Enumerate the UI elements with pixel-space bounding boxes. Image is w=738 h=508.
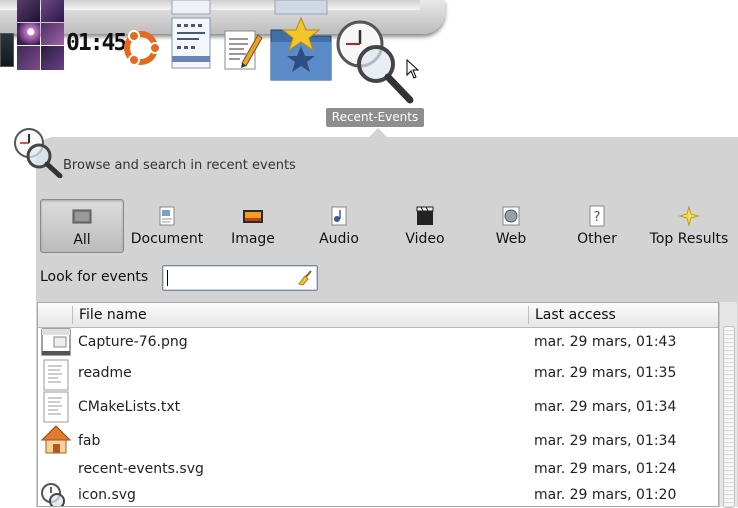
video-icon — [416, 206, 434, 225]
table-row[interactable]: CMakeLists.txt mar. 29 mars, 01:34 — [38, 391, 718, 423]
filter-other-button[interactable]: ? Other — [554, 199, 640, 253]
all-icon — [72, 209, 92, 224]
table-header: File name Last access — [38, 303, 718, 328]
display-icon[interactable] — [0, 33, 14, 67]
clock-search-icon — [14, 128, 63, 178]
table-row[interactable]: Capture-76.png mar. 29 mars, 01:43 — [38, 328, 718, 358]
scrollbar-thumb[interactable] — [723, 326, 735, 508]
filter-audio-button[interactable]: Audio — [296, 199, 382, 253]
table-row[interactable]: readme mar. 29 mars, 01:35 — [38, 359, 718, 391]
bookmarks-folder-icon[interactable] — [267, 0, 335, 82]
table-row[interactable]: fab mar. 29 mars, 01:34 — [38, 425, 718, 457]
search-input[interactable] — [162, 265, 318, 291]
audio-icon — [331, 206, 347, 226]
clock-search-icon — [41, 483, 65, 506]
filter-web-button[interactable]: Web — [468, 199, 554, 253]
web-icon — [502, 206, 520, 226]
svg-text:?: ? — [594, 210, 601, 225]
filter-image-button[interactable]: Image — [210, 199, 296, 253]
other-icon: ? — [589, 205, 605, 227]
star-icon — [678, 205, 700, 227]
dock-clock[interactable]: 01:45 — [66, 30, 127, 56]
text-caret — [167, 270, 168, 286]
image-icon — [243, 210, 263, 223]
photo-stack-icon[interactable] — [17, 0, 65, 70]
filter-top-results-button[interactable]: Top Results — [644, 199, 734, 253]
filter-video-button[interactable]: Video — [382, 199, 468, 253]
table-scrollbar[interactable] — [719, 302, 737, 508]
tooltip: Recent-Events — [326, 108, 424, 127]
home-folder-icon — [40, 425, 72, 454]
column-file-name[interactable]: File name — [79, 303, 147, 327]
table-row[interactable]: icon.svg mar. 29 mars, 01:20 — [38, 483, 718, 506]
document-icon — [159, 206, 175, 226]
text-file-icon — [43, 391, 69, 423]
text-editor-icon[interactable] — [222, 27, 264, 71]
events-table[interactable]: File name Last access Capture-76.png mar… — [37, 302, 719, 507]
filter-document-button[interactable]: Document — [124, 199, 210, 253]
text-file-icon — [43, 359, 69, 391]
panel-description: Browse and search in recent events — [63, 158, 296, 173]
mouse-cursor-icon — [406, 59, 420, 79]
image-thumbnail-icon — [41, 328, 71, 356]
filter-bar: All Document Image Audio Video Web ? Oth… — [40, 199, 738, 253]
clear-search-icon[interactable] — [296, 269, 314, 287]
document-icon[interactable] — [170, 0, 212, 70]
search-label: Look for events — [40, 269, 149, 285]
ubuntu-logo-icon[interactable] — [119, 28, 163, 68]
column-last-access[interactable]: Last access — [535, 303, 616, 327]
filter-all-button[interactable]: All — [40, 199, 124, 253]
